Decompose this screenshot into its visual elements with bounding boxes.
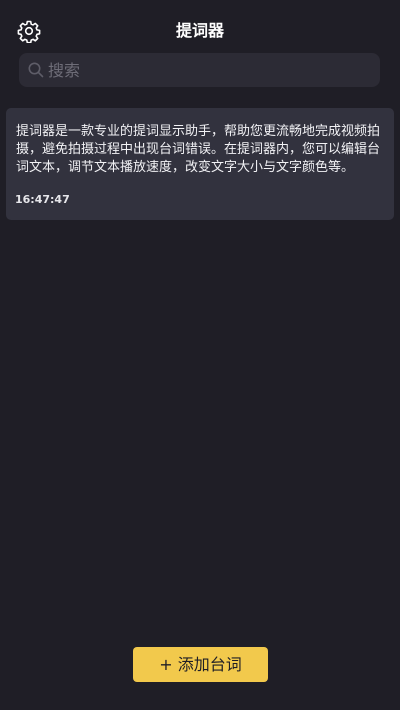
- search-input[interactable]: [48, 53, 368, 87]
- add-script-button[interactable]: + 添加台词: [133, 647, 268, 682]
- script-card[interactable]: 提词器是一款专业的提词显示助手，帮助您更流畅地完成视频拍摄，避免拍摄过程中出现台…: [6, 108, 394, 220]
- page-title: 提词器: [175, 21, 224, 40]
- header: 提词器: [0, 0, 400, 58]
- script-preview-text: 提词器是一款专业的提词显示助手，帮助您更流畅地完成视频拍摄，避免拍摄过程中出现台…: [16, 124, 381, 175]
- script-list: 提词器是一款专业的提词显示助手，帮助您更流畅地完成视频拍摄，避免拍摄过程中出现台…: [6, 108, 394, 220]
- teleprompter-screen: 提词器 提词器是一款专业的提词显示助手，帮助您更流畅地完成视频拍摄，避免拍摄过程…: [0, 0, 400, 710]
- search-icon: [28, 62, 44, 78]
- script-timestamp: 16:47:47: [15, 193, 70, 206]
- search-bar[interactable]: [19, 53, 380, 87]
